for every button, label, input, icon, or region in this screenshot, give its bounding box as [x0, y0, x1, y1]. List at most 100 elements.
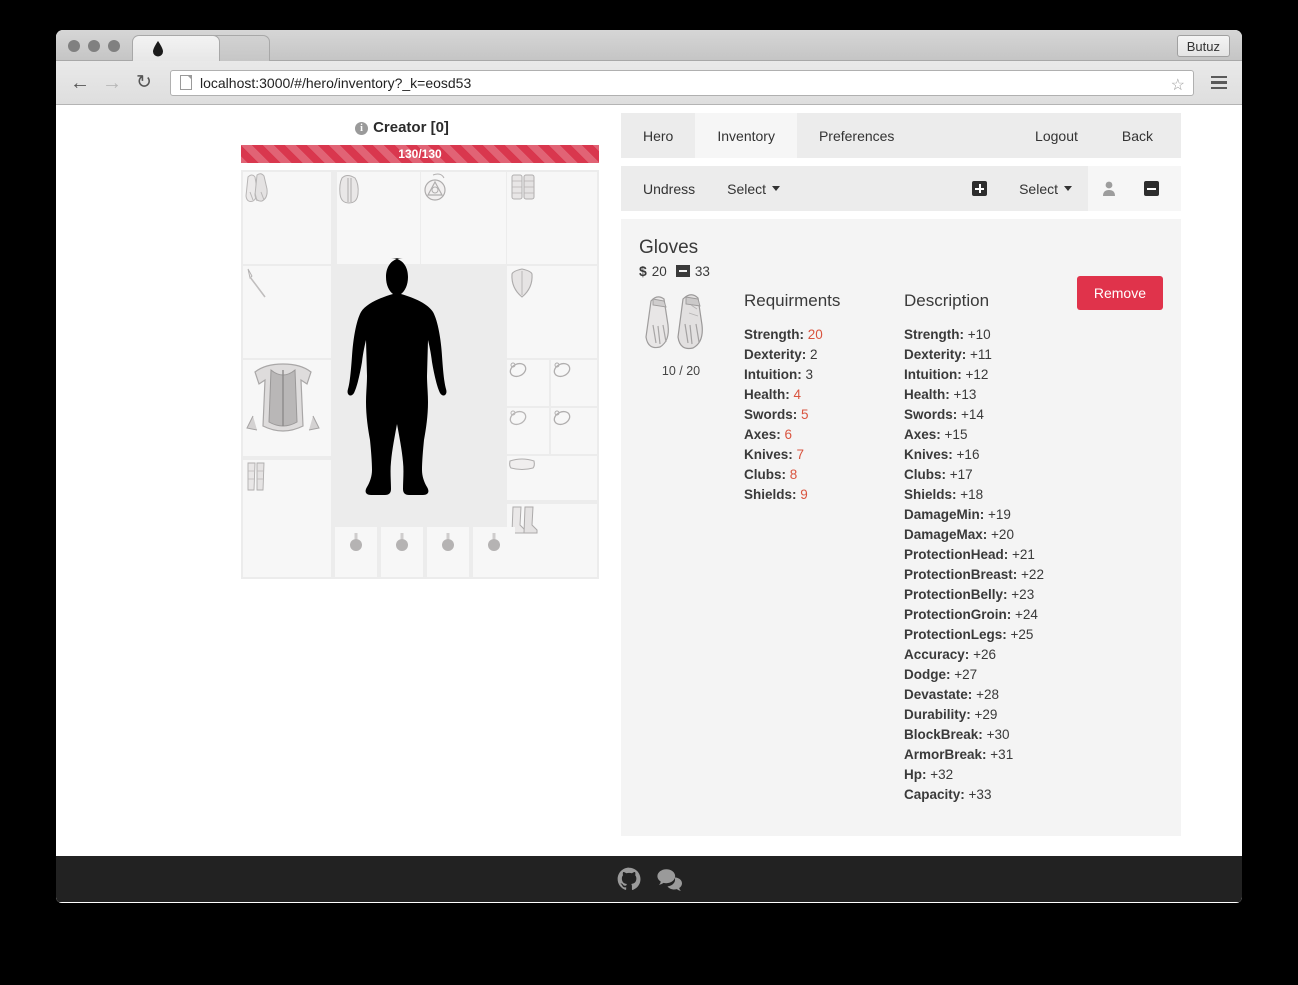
helmet-icon: [339, 175, 359, 204]
requirement-row: Knives: 7: [744, 447, 805, 462]
chevron-down-icon: [1064, 186, 1072, 191]
weapon-slot[interactable]: [243, 266, 331, 358]
equipment-panel: [241, 170, 599, 579]
belt-slot[interactable]: [507, 456, 597, 500]
requirement-row: Swords: 5: [744, 407, 809, 422]
minimize-window-button[interactable]: [88, 40, 100, 52]
hero-name: Creator [0]: [373, 119, 449, 136]
armor-slot[interactable]: [243, 360, 331, 456]
ring-slot-3[interactable]: [507, 408, 549, 454]
ring-slot-1[interactable]: [507, 360, 549, 406]
gloves-icon: [245, 173, 268, 202]
nav-tabs: Hero Inventory Preferences Logout Back: [621, 113, 1181, 158]
back-arrow-icon[interactable]: ←: [66, 69, 94, 97]
detail-columns: 10 / 20 Requirments Strength: 20 Dexteri…: [639, 291, 1181, 805]
helmet-slot[interactable]: [337, 172, 420, 264]
leggings-slot[interactable]: [243, 460, 331, 577]
potion-icon: [442, 533, 454, 551]
description-row: Strength: +10: [904, 327, 991, 342]
shield-icon: [511, 268, 533, 298]
tab-hero[interactable]: Hero: [621, 113, 695, 158]
reload-icon[interactable]: ↻: [130, 69, 158, 97]
description-row: Hp: +32: [904, 767, 954, 782]
requirement-row: Intuition: 3: [744, 367, 814, 382]
requirement-row: Shields: 9: [744, 487, 808, 502]
page-document-icon: [180, 75, 192, 90]
select-right-label: Select: [1019, 180, 1058, 197]
description-row: Intuition: +12: [904, 367, 989, 382]
bracers-slot[interactable]: [507, 172, 597, 264]
tab-inventory[interactable]: Inventory: [695, 113, 797, 158]
potion-slot-2[interactable]: [381, 527, 423, 577]
action-toolbar: Undress Select Select: [621, 166, 1181, 211]
potion-icon: [350, 533, 362, 551]
item-weight: 33: [694, 263, 710, 279]
requirement-row: Clubs: 8: [744, 467, 798, 482]
undress-button[interactable]: Undress: [621, 166, 711, 211]
amulet-slot[interactable]: [421, 172, 506, 264]
github-icon[interactable]: [616, 866, 642, 892]
bookmark-star-icon[interactable]: ☆: [1171, 75, 1185, 95]
add-item-button[interactable]: [956, 166, 1003, 211]
ring-icon: [509, 410, 527, 426]
potion-slot-4[interactable]: [473, 527, 515, 577]
url-input[interactable]: localhost:3000/#/hero/inventory?_k=eosd5…: [170, 69, 1194, 96]
back-button[interactable]: Back: [1100, 113, 1181, 158]
gloves-slot[interactable]: [243, 172, 331, 264]
health-progress-bar: 130/130: [241, 145, 599, 163]
description-row: Axes: +15: [904, 427, 968, 442]
ring-slot-4[interactable]: [551, 408, 597, 454]
page-viewport: i Creator [0] 130/130 Hero Inventory Pre…: [56, 105, 1242, 902]
boots-slot[interactable]: [507, 504, 597, 577]
potion-slot-1[interactable]: [335, 527, 377, 577]
gauntlets-icon[interactable]: [639, 291, 723, 353]
forward-arrow-icon[interactable]: →: [98, 69, 126, 97]
leggings-icon: [247, 462, 265, 491]
potion-slot-3[interactable]: [427, 527, 469, 577]
remove-item-button[interactable]: [1130, 166, 1181, 211]
description-row: Accuracy: +26: [904, 647, 996, 662]
select-left-dropdown[interactable]: Select: [711, 166, 796, 211]
description-row: BlockBreak: +30: [904, 727, 1010, 742]
description-row: ProtectionGroin: +24: [904, 607, 1038, 622]
logout-button[interactable]: Logout: [1013, 113, 1100, 158]
description-row: Capacity: +33: [904, 787, 992, 802]
maximize-window-button[interactable]: [108, 40, 120, 52]
info-icon[interactable]: i: [355, 122, 369, 135]
description-row: Health: +13: [904, 387, 977, 402]
health-value-label: 130/130: [398, 147, 442, 161]
remove-button[interactable]: Remove: [1076, 276, 1163, 310]
select-right-dropdown[interactable]: Select: [1003, 166, 1088, 211]
browser-url-toolbar: ← → ↻ localhost:3000/#/hero/inventory?_k…: [56, 61, 1242, 105]
description-row: Durability: +29: [904, 707, 998, 722]
description-row: ProtectionBreast: +22: [904, 567, 1044, 582]
tab-preferences[interactable]: Preferences: [797, 113, 916, 158]
spear-icon: [247, 268, 266, 298]
shield-slot[interactable]: [507, 266, 597, 358]
browser-tab-active[interactable]: [132, 35, 220, 61]
hamburger-menu-icon[interactable]: [1204, 68, 1234, 98]
belt-icon: [509, 458, 535, 471]
site-footer: [56, 856, 1242, 902]
description-row: Clubs: +17: [904, 467, 973, 482]
item-name: Gloves: [639, 237, 699, 258]
description-row: DamageMax: +20: [904, 527, 1014, 542]
comments-icon[interactable]: [656, 866, 682, 892]
chevron-down-icon: [772, 186, 781, 191]
requirements-heading: Requirments: [744, 291, 841, 310]
close-window-button[interactable]: [68, 40, 80, 52]
requirement-row: Strength: 20: [744, 327, 823, 342]
window-traffic-lights[interactable]: [68, 40, 120, 52]
description-row: Shields: +18: [904, 487, 984, 502]
amulet-icon: [424, 173, 446, 201]
ring-slot-2[interactable]: [551, 360, 597, 406]
requirement-row: Dexterity: 2: [744, 347, 818, 362]
requirement-row: Axes: 6: [744, 427, 793, 442]
user-button[interactable]: [1088, 166, 1130, 211]
requirement-row: Health: 4: [744, 387, 802, 402]
butuz-button[interactable]: Butuz: [1176, 35, 1230, 57]
description-column: Description Strength: +10 Dexterity: +11…: [904, 291, 1079, 805]
requirements-column: Requirments Strength: 20 Dexterity: 2 In…: [744, 291, 904, 805]
description-heading: Description: [904, 291, 990, 310]
item-price: 20: [651, 263, 667, 279]
